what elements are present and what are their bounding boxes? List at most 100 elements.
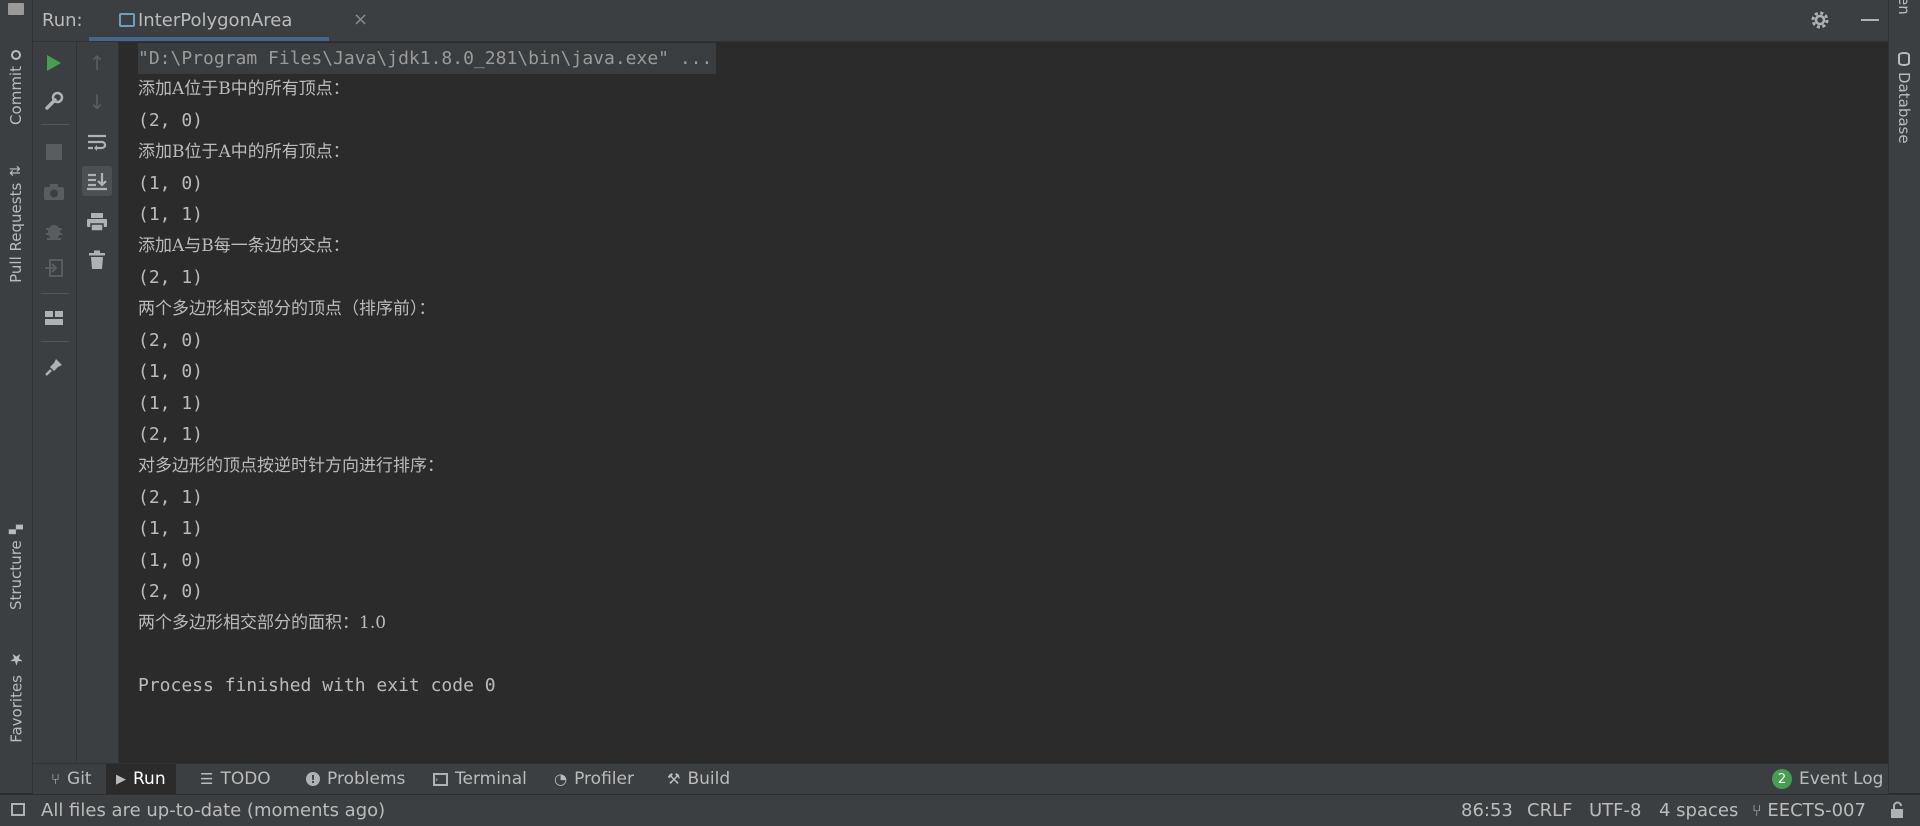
console-line: (1, 1) [138,204,204,225]
left-tool-stripe: Commit Pull Requests ⇅ Structure ▚ Favor… [0,0,33,793]
print-icon[interactable] [85,210,109,234]
event-log-label: Event Log [1799,769,1884,789]
up-arrow-icon[interactable]: ↑ [85,51,109,75]
console-line: (1, 0) [138,173,204,194]
console-line: (2, 1) [138,487,204,508]
favorites-tool-button[interactable]: Favorites ★ [7,650,26,743]
console-line: 对多边形的顶点按逆时针方向进行排序： [138,456,444,476]
indent-setting[interactable]: 4 spaces [1659,800,1738,821]
structure-label: Structure [7,540,25,611]
tab-build-label: Build [687,769,731,789]
file-encoding[interactable]: UTF-8 [1589,800,1641,821]
commit-label: Commit [7,66,25,125]
run-tab-label: InterPolygonArea [138,10,293,31]
tab-problems-label: Problems [327,769,406,789]
pull-requests-label: Pull Requests [7,182,25,283]
layout-icon[interactable] [42,306,66,330]
status-message[interactable]: All files are up-to-date (moments ago) [41,800,385,821]
console-command-line: "D:\Program Files\Java\jdk1.8.0_281\bin\… [138,43,717,74]
console-output[interactable]: "D:\Program Files\Java\jdk1.8.0_281\bin\… [119,42,1887,763]
console-line: 添加A位于B中的所有顶点： [138,79,350,99]
console-line: (2, 0) [138,581,204,602]
run-play-icon: ▶ [116,771,126,787]
tab-problems[interactable]: ! Problems [306,764,405,794]
console-tab-icon [119,13,135,27]
profiler-icon: ◔ [554,770,568,788]
console-exit-line: Process finished with exit code 0 [138,675,496,696]
toggle-tool-windows-icon[interactable] [11,803,25,816]
tab-git[interactable]: ⑂ Git [45,764,98,794]
console-line: (2, 0) [138,110,204,131]
run-window-header: Run: InterPolygonArea × [33,0,1888,42]
event-log-button[interactable]: 2 Event Log [1772,764,1883,794]
tab-run[interactable]: ▶ Run [106,764,176,794]
tab-run-label: Run [133,769,166,789]
tab-terminal[interactable]: › Terminal [433,764,527,794]
tab-todo-label: TODO [220,769,271,789]
trash-icon[interactable] [85,248,109,272]
run-toolbar-primary [33,42,77,763]
commit-icon [11,50,21,60]
database-icon [1898,52,1910,66]
tab-terminal-label: Terminal [455,769,527,789]
console-line: (1, 1) [138,393,204,414]
run-toolbar-secondary: ↑ ↓ [77,42,119,763]
down-arrow-icon[interactable]: ↓ [85,90,109,114]
tab-profiler-label: Profiler [574,769,634,789]
console-line: 添加A与B每一条边的交点： [138,236,350,256]
stop-icon[interactable] [42,140,66,164]
database-tool-button[interactable]: Database [1895,52,1913,144]
lock-icon[interactable] [1889,801,1905,824]
console-line: (2, 1) [138,267,204,288]
build-hammer-icon: ⚒ [667,770,681,788]
tab-git-label: Git [67,769,92,789]
edit-config-wrench-icon[interactable] [42,89,66,113]
pull-requests-tool-button[interactable]: Pull Requests ⇅ [7,165,25,283]
exit-icon[interactable] [42,256,66,280]
favorites-label: Favorites [7,675,26,743]
soft-wrap-icon[interactable] [85,130,109,154]
run-config-tab[interactable]: InterPolygonArea × [89,0,368,41]
settings-gear-icon[interactable] [1809,9,1831,36]
branch-icon: ⑂ [1752,801,1762,820]
tab-profiler[interactable]: ◔ Profiler [554,764,634,794]
maven-tool-button[interactable]: en [1895,0,1913,15]
toolbar-separator [41,293,69,294]
camera-dump-icon[interactable] [42,180,66,204]
pull-request-icon: ⇅ [8,165,24,177]
problems-icon: ! [306,772,320,786]
console-line: (1, 1) [138,518,204,539]
pin-icon[interactable] [42,355,66,379]
close-tab-icon[interactable]: × [353,9,368,30]
git-branch-widget[interactable]: ⑂ EECTS-007 [1752,800,1866,821]
structure-tool-button[interactable]: Structure ▚ [7,525,25,610]
minimize-icon[interactable] [1861,19,1879,21]
event-count-badge: 2 [1772,769,1792,789]
line-separator[interactable]: CRLF [1527,800,1572,821]
status-bar: All files are up-to-date (moments ago) 8… [0,794,1920,826]
commit-tool-button[interactable]: Commit [7,50,25,125]
console-line: (1, 0) [138,361,204,382]
star-icon: ★ [7,650,26,669]
console-line: 两个多边形相交部分的顶点（排序前）： [138,299,436,319]
structure-icon: ▚ [9,525,23,535]
rerun-play-icon[interactable] [42,51,66,75]
right-tool-stripe: en Database [1888,0,1920,793]
tool-window-bar: ⑂ Git ▶ Run ☰ TODO ! Problems › Terminal… [33,763,1888,794]
git-branch-icon: ⑂ [51,770,61,788]
tab-todo[interactable]: ☰ TODO [200,764,271,794]
caret-position[interactable]: 86:53 [1461,800,1513,821]
terminal-icon: › [433,772,448,786]
console-line: 两个多边形相交部分的面积：1.0 [138,613,387,633]
active-tab-underline [89,37,329,41]
project-icon[interactable] [8,3,24,15]
debug-bug-icon[interactable] [42,219,66,243]
maven-label-partial: en [1895,0,1913,15]
console-line: (2, 1) [138,424,204,445]
run-window-title: Run: [42,10,83,31]
console-line: (2, 0) [138,330,204,351]
tab-build[interactable]: ⚒ Build [667,764,730,794]
database-label: Database [1895,72,1913,144]
scroll-to-end-icon[interactable] [82,166,112,196]
console-line: 添加B位于A中的所有顶点： [138,142,350,162]
